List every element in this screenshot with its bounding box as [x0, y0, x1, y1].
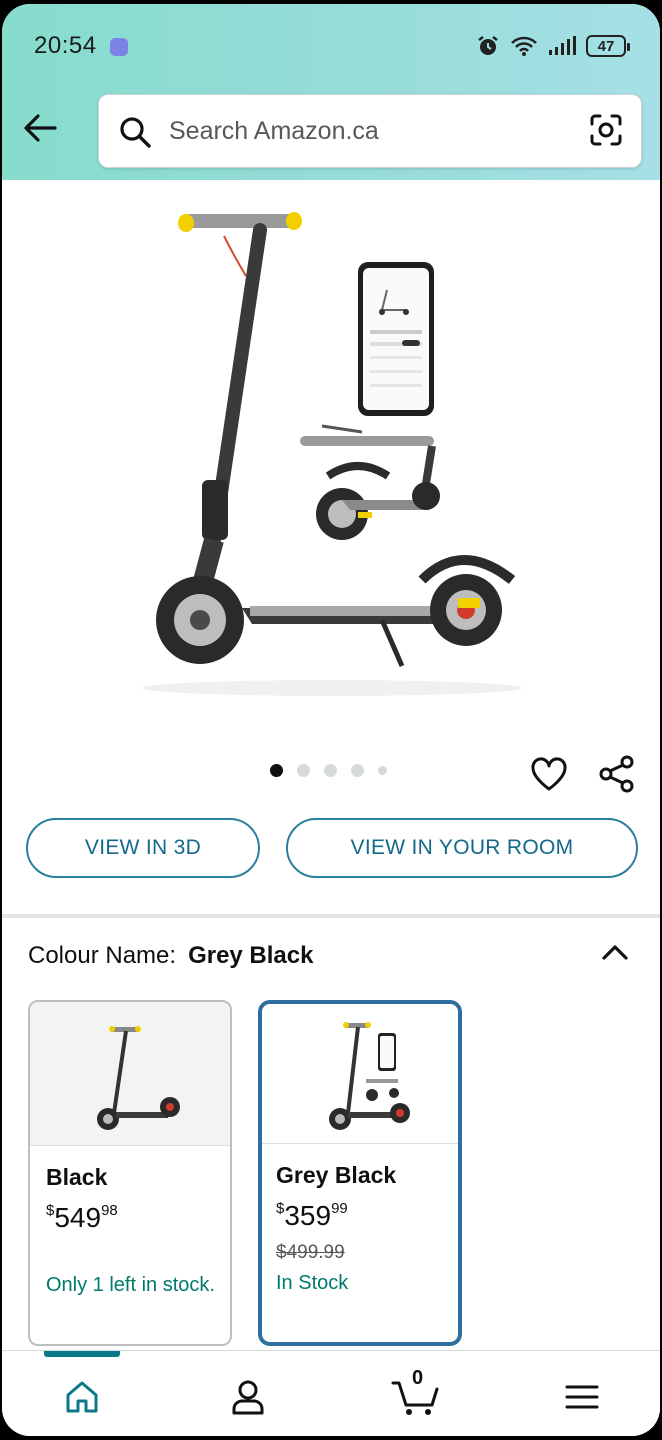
share-button[interactable] [598, 754, 636, 799]
camera-lens-icon[interactable] [589, 113, 623, 147]
device-frame: 20:54 47 Search Amazon.ca VIEW IN 3D VIE… [0, 0, 662, 1440]
status-icons: 47 [476, 34, 630, 58]
variant-list-price: $499.99 [276, 1242, 345, 1263]
variant-stock-status: Only 1 left in stock. [46, 1274, 215, 1296]
carousel-dot[interactable] [270, 764, 283, 777]
nav-menu-button[interactable] [558, 1373, 606, 1421]
battery-icon: 47 [586, 35, 630, 57]
colour-value: Grey Black [188, 942, 314, 969]
status-time: 20:54 [34, 32, 97, 59]
view-in-your-room-button[interactable]: VIEW IN YOUR ROOM [286, 818, 638, 878]
arrow-left-icon [24, 114, 57, 142]
carousel-dot[interactable] [297, 764, 310, 777]
app-notification-icon [110, 38, 128, 56]
section-divider [2, 914, 660, 918]
chevron-up-icon [602, 945, 628, 960]
header-bar: 20:54 47 [2, 4, 660, 180]
nav-cart-button[interactable]: 0 [386, 1367, 446, 1421]
product-image[interactable] [2, 180, 660, 750]
back-button[interactable] [20, 108, 60, 148]
nav-account-button[interactable] [224, 1373, 272, 1421]
account-icon [232, 1380, 264, 1415]
collapse-colour-button[interactable] [600, 938, 630, 973]
view-in-3d-button[interactable]: VIEW IN 3D [26, 818, 260, 878]
wishlist-button[interactable] [530, 756, 568, 797]
variant-card-black[interactable]: Black $54998 Only 1 left in stock. [28, 1000, 232, 1346]
nav-home-button[interactable] [58, 1373, 106, 1421]
cart-count-badge: 0 [412, 1367, 424, 1389]
image-carousel-dots [270, 764, 387, 777]
heart-icon [531, 757, 567, 791]
variant-price: $35999 [276, 1200, 348, 1231]
variant-card-grey-black[interactable]: Grey Black $35999 $499.99 In Stock [258, 1000, 462, 1346]
share-icon [599, 755, 634, 793]
colour-selector-header: Colour Name: Grey Black [28, 942, 313, 970]
menu-icon [565, 1385, 599, 1409]
variant-thumbnail [30, 1002, 230, 1146]
carousel-dot[interactable] [378, 766, 387, 775]
active-tab-indicator [44, 1351, 120, 1357]
app-screen: 20:54 47 Search Amazon.ca VIEW IN 3D VIE… [2, 4, 660, 1436]
signal-icon [549, 36, 576, 55]
variant-name: Black [46, 1164, 108, 1190]
variant-price: $54998 [46, 1202, 118, 1233]
bottom-navigation: 0 [2, 1350, 660, 1436]
variant-stock-status: In Stock [276, 1272, 349, 1294]
home-icon [66, 1381, 98, 1413]
wifi-icon [511, 36, 537, 56]
carousel-dot[interactable] [324, 764, 337, 777]
scooter-image [142, 212, 522, 696]
carousel-dot[interactable] [351, 764, 364, 777]
search-input[interactable] [169, 109, 569, 153]
variant-thumbnail [262, 1004, 458, 1144]
variant-name: Grey Black [276, 1162, 397, 1188]
colour-label: Colour Name: [28, 942, 177, 969]
search-bar[interactable] [98, 94, 642, 168]
alarm-icon [478, 36, 498, 55]
search-icon [120, 117, 151, 148]
